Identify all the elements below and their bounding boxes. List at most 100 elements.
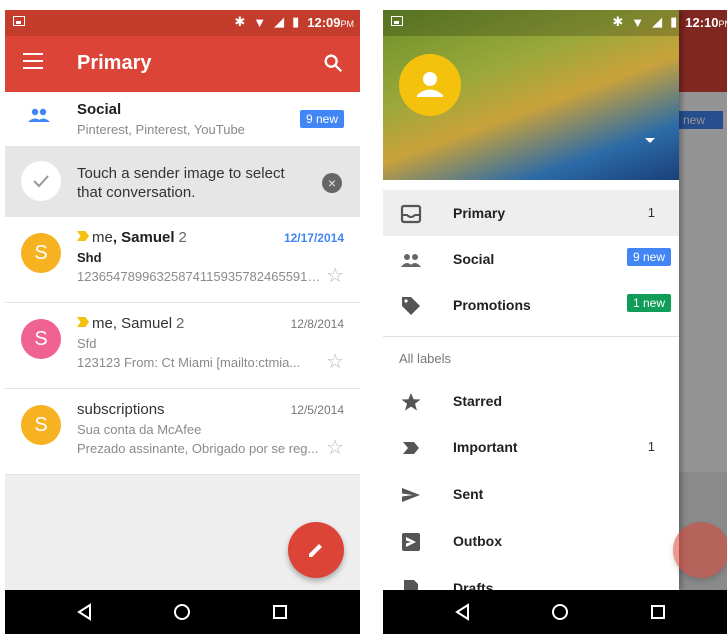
back-icon[interactable]: [453, 602, 473, 622]
nav-bar: [5, 590, 360, 634]
all-labels-heading: All labels: [399, 351, 452, 366]
pencil-icon: [309, 544, 322, 557]
home-icon[interactable]: [172, 602, 192, 622]
recent-apps-icon[interactable]: [270, 602, 290, 622]
star-icon[interactable]: ☆: [326, 435, 344, 460]
back-icon[interactable]: [75, 602, 95, 622]
sender-name-bold: , Samuel: [112, 229, 175, 246]
social-new-badge: 9 new: [299, 110, 344, 128]
bluetooth-icon: ✱: [234, 14, 246, 29]
compose-button: [673, 522, 727, 578]
new-badge: 9 new: [626, 248, 671, 266]
drawer-item-promotions[interactable]: Promotions 1 new: [383, 282, 679, 328]
gallery-icon: [13, 16, 25, 26]
message-date: 12/5/2014: [290, 403, 344, 417]
message-snippet: Prezado assinante, Obrigado por se reg..…: [77, 441, 319, 456]
thread-count: 2: [178, 229, 187, 246]
drawer-divider: [383, 336, 679, 337]
nav-bar: [383, 590, 727, 634]
check-icon: [21, 161, 61, 201]
battery-icon: ▮: [292, 14, 300, 29]
drawer-item-social[interactable]: Social 9 new: [383, 236, 679, 282]
drawer-item-label: Primary: [453, 205, 506, 221]
signal-icon: ◢: [274, 14, 285, 29]
menu-icon[interactable]: [23, 53, 43, 69]
person-icon: [417, 72, 443, 97]
drawer-item-primary[interactable]: Primary 1: [383, 190, 679, 236]
sender-avatar[interactable]: S: [21, 233, 61, 273]
account-dropdown-icon[interactable]: [645, 138, 655, 143]
send-icon: [400, 484, 422, 506]
sender-name: subscriptions: [77, 401, 165, 418]
message-subject: Shd: [77, 250, 102, 265]
conversation-list: Social Pinterest, Pinterest, YouTube 9 n…: [5, 92, 360, 595]
drawer-label-starred[interactable]: Starred: [383, 378, 679, 424]
tag-icon: [400, 295, 422, 317]
message-snippet: 1236547899632587411593578246559123...: [77, 269, 323, 284]
signal-icon: ◢: [652, 14, 663, 29]
sender-line: me, Samuel 2: [77, 315, 184, 332]
drawer-label-sent[interactable]: Sent: [383, 471, 679, 517]
sender-line: subscriptions: [77, 401, 169, 418]
inbox-icon: [400, 203, 422, 225]
star-icon[interactable]: ☆: [326, 349, 344, 374]
people-icon: [28, 108, 50, 122]
social-subtitle: Pinterest, Pinterest, YouTube: [77, 122, 245, 137]
gallery-icon: [391, 16, 403, 26]
thread-count: 2: [176, 315, 185, 332]
message-snippet: 123123 From: Ct Miami [mailto:ctmia...: [77, 355, 301, 370]
drawer-screen: new Primary 1 Social 9 new Promotions 1 …: [383, 10, 727, 634]
inbox-screen: ✱ ▼ ◢ ▮ 12:09PM Primary Social Pinterest…: [5, 10, 360, 634]
social-title: Social: [77, 101, 122, 118]
recent-apps-icon[interactable]: [648, 602, 668, 622]
star-icon[interactable]: ☆: [326, 263, 344, 288]
tip-banner: Touch a sender image to select that conv…: [5, 147, 360, 217]
status-bar: ✱ ▼ ◢ ▮ 12:09PM: [5, 10, 360, 36]
clock-ampm: PM: [718, 18, 727, 29]
drawer-label-text: Sent: [453, 486, 484, 502]
message-subject: Sua conta da McAfee: [77, 422, 202, 437]
conversation-row[interactable]: S me, Samuel 2 12/8/2014 Sfd 123123 From:…: [5, 303, 360, 389]
drawer-label-outbox[interactable]: Outbox: [383, 518, 679, 564]
message-subject: Sfd: [77, 336, 97, 351]
app-bar: Primary: [5, 36, 360, 92]
star-icon: [400, 391, 422, 413]
bluetooth-icon: ✱: [612, 14, 624, 29]
message-date: 12/17/2014: [283, 231, 344, 245]
drawer-item-label: Social: [453, 251, 495, 267]
battery-icon: ▮: [670, 14, 678, 29]
drawer-label-text: Outbox: [453, 533, 502, 549]
drawer-label-text: Starred: [453, 393, 503, 409]
sender-line: me, Samuel 2: [77, 229, 187, 246]
message-date: 12/8/2014: [290, 317, 344, 331]
close-icon[interactable]: ×: [322, 173, 342, 193]
compose-button[interactable]: [288, 522, 344, 578]
people-icon: [400, 249, 422, 271]
conversation-row[interactable]: S subscriptions 12/5/2014 Sua conta da M…: [5, 389, 360, 475]
social-category-row[interactable]: Social Pinterest, Pinterest, YouTube 9 n…: [5, 92, 360, 147]
clock: 12:10: [685, 14, 719, 30]
wifi-icon: ▼: [631, 14, 645, 30]
page-title: Primary: [77, 52, 152, 74]
drawer-label-text: Important: [453, 439, 518, 455]
search-icon[interactable]: [322, 52, 344, 74]
drawer-label-drafts[interactable]: Drafts: [383, 565, 679, 590]
drawer-item-count: 1: [647, 205, 655, 220]
conversation-row[interactable]: S me, Samuel 2 12/17/2014 Shd 12365478996…: [5, 217, 360, 303]
clock-ampm: PM: [340, 18, 355, 29]
outbox-icon: [400, 531, 422, 553]
important-icon: [400, 437, 422, 459]
account-avatar[interactable]: [399, 54, 461, 116]
new-badge: 1 new: [626, 294, 671, 312]
drawer-label-important[interactable]: Important 1: [383, 424, 679, 470]
drawer-label-text: Drafts: [453, 580, 494, 590]
important-marker-icon: [77, 231, 89, 241]
sender-avatar[interactable]: S: [21, 405, 61, 445]
drawer-item-label: Promotions: [453, 297, 531, 313]
wifi-icon: ▼: [253, 14, 267, 30]
sender-name: me, Samuel: [92, 315, 173, 332]
sender-name: me: [92, 229, 113, 246]
sender-avatar[interactable]: S: [21, 319, 61, 359]
important-marker-icon: [77, 317, 89, 327]
home-icon[interactable]: [550, 602, 570, 622]
